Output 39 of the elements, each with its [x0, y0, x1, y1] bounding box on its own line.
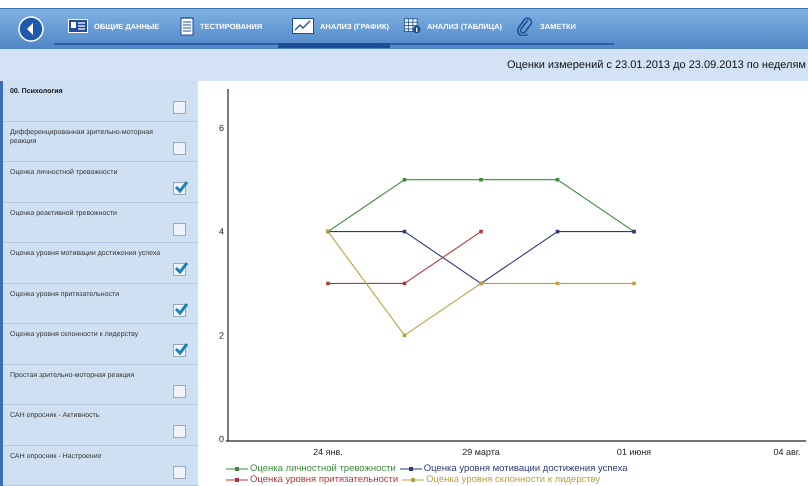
y-tick-label: 4: [218, 226, 224, 237]
checkbox[interactable]: [173, 344, 186, 357]
checkbox[interactable]: [173, 466, 186, 478]
paperclip-icon: [516, 16, 534, 36]
data-point: [402, 334, 406, 338]
y-tick-label: 6: [218, 122, 224, 133]
checkbox[interactable]: [173, 263, 186, 276]
data-point: [632, 282, 636, 286]
checkbox[interactable]: [173, 101, 186, 114]
legend-item: Оценка личностной тревожности: [226, 463, 396, 474]
x-tick-label: 01 июня: [616, 447, 652, 457]
table-icon: [404, 17, 421, 35]
line-chart-icon: [292, 18, 314, 34]
data-point: [556, 178, 560, 182]
checkbox[interactable]: [173, 182, 186, 195]
checkbox[interactable]: [173, 425, 186, 438]
data-point: [402, 178, 406, 182]
checkbox[interactable]: [173, 304, 186, 316]
data-point: [326, 282, 330, 286]
data-point: [479, 178, 483, 182]
chart-title: Оценки измерений с 23.01.2013 до 23.09.2013 по неделям: [506, 59, 806, 71]
data-point: [479, 230, 483, 234]
y-tick-label: 2: [218, 330, 224, 340]
x-tick-label: 04 авг.: [774, 447, 800, 457]
y-tick-label: 0: [218, 434, 224, 444]
legend-item: Оценка уровня склонности к лидерству: [402, 474, 600, 485]
checkbox[interactable]: [173, 384, 186, 398]
checkbox[interactable]: [173, 222, 186, 236]
x-tick-label: 29 марта: [462, 447, 500, 457]
checkbox[interactable]: [173, 142, 186, 154]
data-point: [556, 282, 560, 286]
legend-item: Оценка уровня притязательности: [226, 474, 398, 485]
data-point: [402, 230, 406, 234]
notepad-icon: [180, 16, 194, 36]
id-card-icon: [68, 19, 88, 33]
x-tick-label: 24 янв.: [313, 447, 343, 457]
data-point: [402, 282, 406, 286]
data-point: [556, 230, 560, 234]
legend-item: Оценка уровня мотивации достижения успеха: [400, 463, 628, 474]
